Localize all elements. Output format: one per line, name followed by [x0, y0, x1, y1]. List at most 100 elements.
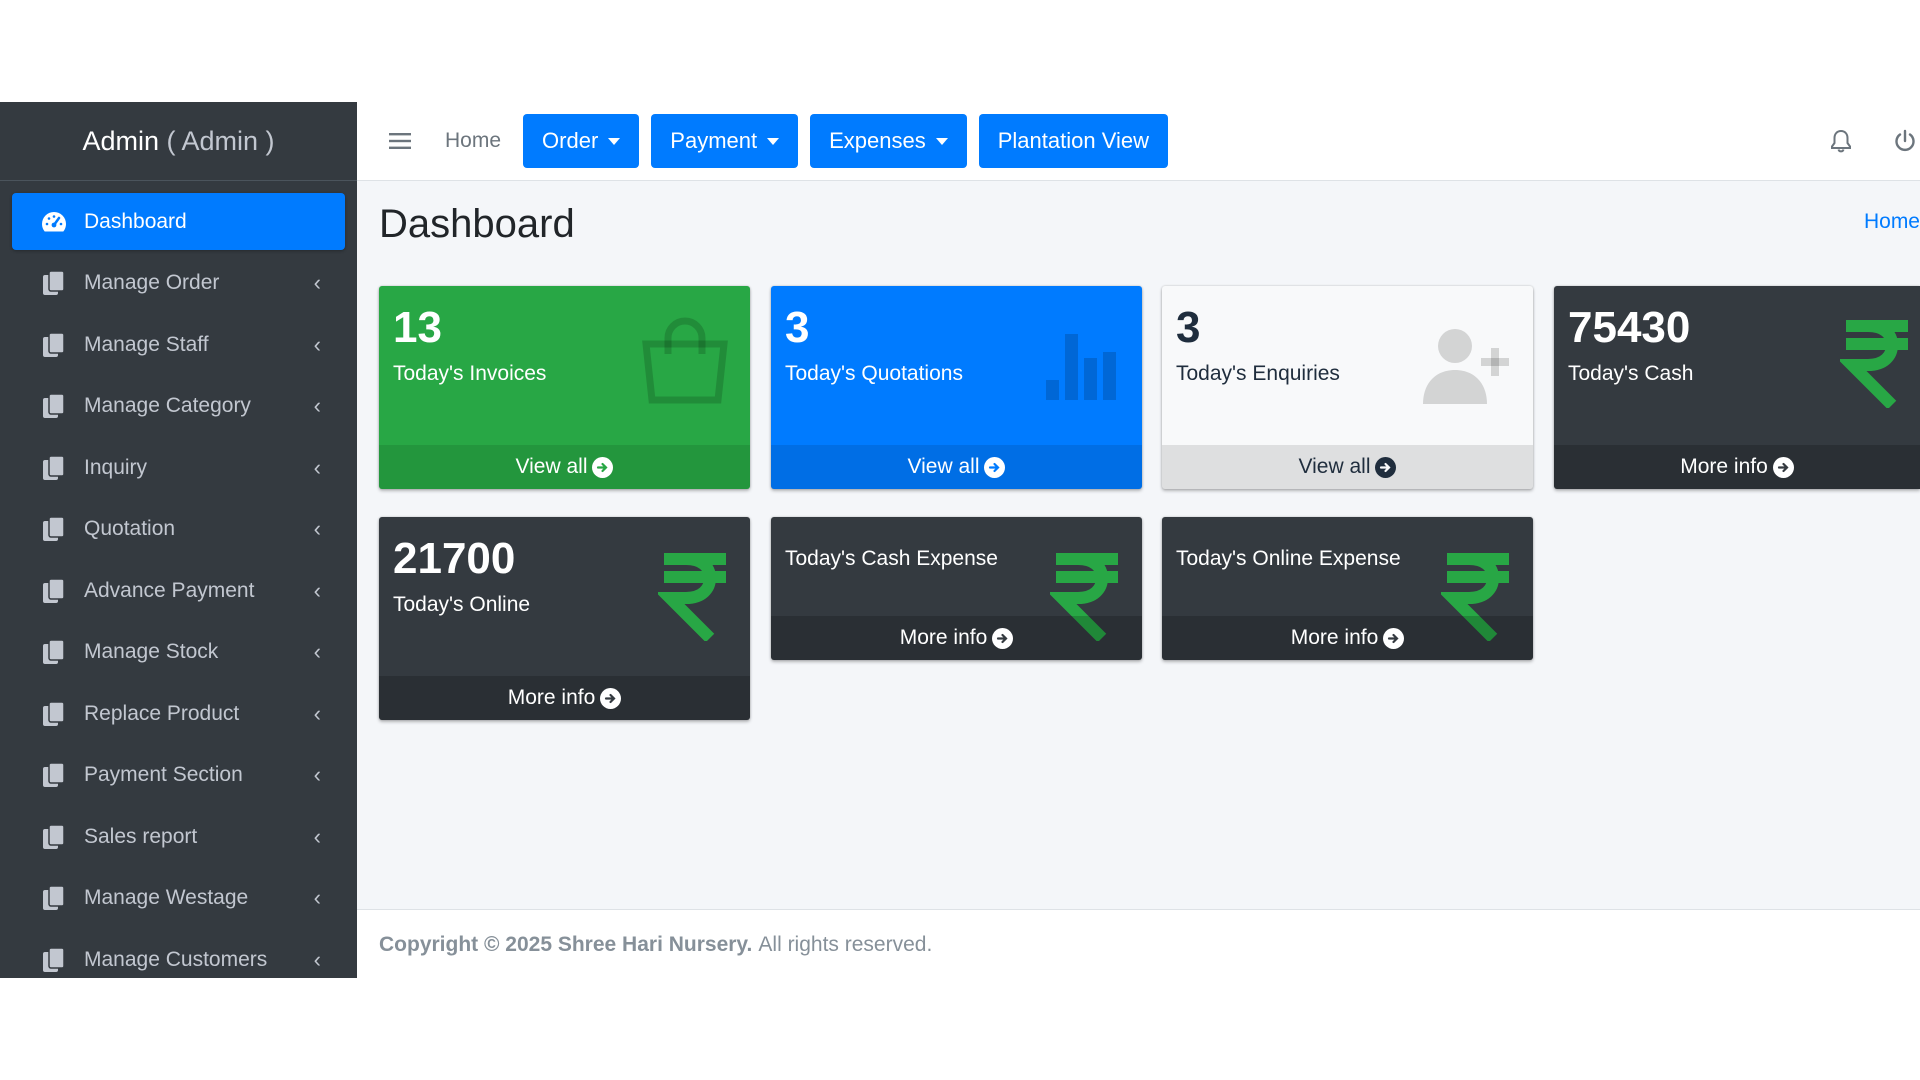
sidebar-item-advance-payment[interactable]: Advance Payment ‹: [12, 562, 345, 619]
sidebar-item-label: Manage Customers: [84, 947, 268, 971]
copy-icon: [40, 700, 68, 728]
app-frame: Admin ( Admin ) Dashboard Manage Order ‹…: [0, 102, 1920, 978]
copy-icon: [40, 638, 68, 666]
more-info-link[interactable]: More info: [379, 676, 750, 720]
view-all-link[interactable]: View all: [771, 445, 1142, 489]
sidebar-item-inquiry[interactable]: Inquiry ‹: [12, 439, 345, 496]
online-card: 21700 Today's Online More info: [379, 517, 750, 720]
arrow-circle-right-icon: [1383, 627, 1405, 649]
view-all-link[interactable]: View all: [1162, 445, 1533, 489]
copy-icon: [40, 823, 68, 851]
link-label: More info: [1290, 626, 1379, 649]
tachometer-icon: [40, 208, 68, 236]
cash-card: 75430 Today's Cash More info: [1554, 286, 1920, 489]
more-info-link[interactable]: More info: [771, 616, 1142, 660]
sidebar-item-manage-wastage[interactable]: Manage Westage ‹: [12, 870, 345, 927]
link-label: View all: [515, 455, 588, 478]
chevron-left-icon: ‹: [313, 393, 321, 418]
arrow-circle-right-icon: [592, 456, 614, 478]
page-title: Dashboard: [379, 202, 575, 246]
top-navbar: Home Order Payment Expenses Plantation V…: [357, 102, 1920, 181]
navbar-right: [1792, 102, 1920, 180]
sidebar-item-label: Manage Staff: [84, 332, 209, 356]
arrow-circle-right-icon: [1772, 456, 1794, 478]
chevron-left-icon: ‹: [313, 577, 321, 603]
more-info-link[interactable]: More info: [1162, 616, 1533, 660]
arrow-circle-right-icon: [600, 687, 622, 709]
power-icon[interactable]: [1890, 126, 1920, 156]
view-all-link[interactable]: View all: [379, 445, 750, 489]
caret-down-icon: [935, 137, 948, 145]
brand-name: Admin: [82, 126, 159, 156]
more-info-link[interactable]: More info: [1554, 445, 1920, 489]
button-label: Payment: [670, 128, 758, 153]
sidebar-item-sales-report[interactable]: Sales report ‹: [12, 808, 345, 865]
rights-text: All rights reserved.: [758, 932, 933, 956]
copy-icon: [40, 454, 68, 482]
sidebar-item-label: Manage Westage: [84, 886, 249, 909]
arrow-circle-right-icon: [1375, 456, 1397, 478]
chevron-left-icon: ‹: [313, 454, 321, 480]
sidebar-item-payment-section[interactable]: Payment Section ‹: [12, 747, 345, 804]
chevron-left-icon: ‹: [313, 885, 321, 910]
sidebar-item-manage-customers[interactable]: Manage Customers ‹: [12, 931, 345, 978]
copy-icon: [40, 331, 68, 359]
sidebar-item-label: Advance Payment: [84, 578, 255, 602]
sidebar-item-label: Manage Category: [84, 394, 251, 417]
payment-dropdown-button[interactable]: Payment: [651, 114, 799, 168]
brand-role: ( Admin ): [166, 126, 275, 156]
sidebar-item-label: Manage Order: [84, 271, 220, 294]
bar-chart-icon: [1044, 330, 1124, 407]
caret-down-icon: [767, 137, 780, 145]
expenses-dropdown-button[interactable]: Expenses: [810, 114, 967, 168]
copy-icon: [40, 884, 68, 912]
sidebar-item-label: Dashboard: [84, 209, 187, 233]
arrow-circle-right-icon: [984, 456, 1006, 478]
breadcrumb-home[interactable]: Home: [1864, 210, 1920, 234]
chevron-left-icon: ‹: [313, 331, 321, 357]
page-footer: Copyright © 2025 Shree Hari Nursery. All…: [357, 909, 1920, 978]
plantation-view-button[interactable]: Plantation View: [978, 114, 1168, 168]
link-label: View all: [1298, 455, 1371, 478]
chevron-left-icon: ‹: [313, 270, 321, 295]
user-plus-icon: [1421, 326, 1513, 411]
sidebar-item-manage-category[interactable]: Manage Category ‹: [12, 378, 345, 435]
sidebar-item-manage-staff[interactable]: Manage Staff ‹: [12, 316, 345, 373]
order-dropdown-button[interactable]: Order: [523, 114, 640, 168]
sidebar-nav: Dashboard Manage Order ‹ Manage Staff ‹ …: [0, 181, 357, 978]
nav-home-link[interactable]: Home: [445, 129, 501, 153]
caret-down-icon: [608, 137, 621, 145]
quotations-card: 3 Today's Quotations View all: [771, 286, 1142, 489]
hamburger-menu-icon[interactable]: [387, 128, 413, 154]
button-label: Plantation View: [997, 128, 1149, 153]
enquiries-card: 3 Today's Enquiries View all: [1162, 286, 1533, 489]
sidebar-item-quotation[interactable]: Quotation ‹: [12, 501, 345, 558]
copyright-text: Copyright © 2025 Shree Hari Nursery.: [379, 932, 753, 956]
chevron-left-icon: ‹: [313, 762, 321, 787]
sidebar-item-dashboard[interactable]: Dashboard: [12, 193, 345, 250]
shopping-bag-icon: [640, 316, 730, 409]
copy-icon: [40, 392, 68, 420]
copy-icon: [40, 761, 68, 789]
sidebar-item-label: Payment Section: [84, 763, 243, 786]
sidebar-item-manage-stock[interactable]: Manage Stock ‹: [12, 624, 345, 681]
sidebar-item-label: Replace Product: [84, 701, 240, 725]
chevron-left-icon: ‹: [313, 700, 321, 726]
copy-icon: [40, 577, 68, 605]
sidebar-item-label: Sales report: [84, 824, 198, 848]
chevron-left-icon: ‹: [313, 946, 321, 972]
arrow-circle-right-icon: [992, 627, 1014, 649]
link-label: More info: [507, 686, 596, 709]
brand[interactable]: Admin ( Admin ): [0, 102, 357, 181]
sidebar-item-manage-order[interactable]: Manage Order ‹: [12, 255, 345, 312]
copy-icon: [40, 515, 68, 543]
invoices-card: 13 Today's Invoices View all: [379, 286, 750, 489]
sidebar-item-replace-product[interactable]: Replace Product ‹: [12, 685, 345, 742]
link-label: More info: [1680, 455, 1768, 478]
bell-icon[interactable]: [1826, 126, 1856, 156]
sidebar-item-label: Quotation: [84, 517, 176, 540]
button-label: Expenses: [829, 128, 926, 153]
cash-expense-card: Today's Cash Expense More info: [771, 517, 1142, 660]
rupee-icon: [1837, 316, 1912, 413]
copy-icon: [40, 269, 68, 297]
